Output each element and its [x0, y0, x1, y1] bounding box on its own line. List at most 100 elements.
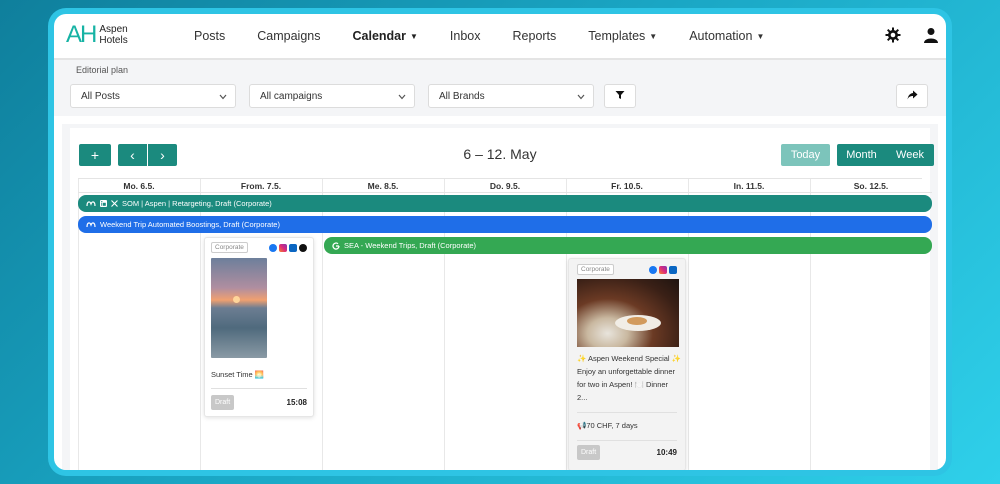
caret-down-icon: ▼ — [756, 32, 765, 42]
card-divider — [211, 388, 307, 389]
select-value: All campaigns — [260, 91, 323, 102]
nav-item-label: Templates — [588, 29, 646, 43]
day-header: So. 12.5. — [810, 179, 932, 193]
filter-button[interactable] — [604, 84, 636, 108]
instagram-icon — [659, 266, 667, 274]
x-icon — [111, 200, 118, 207]
funnel-icon — [615, 87, 625, 105]
nav-icons — [864, 26, 940, 44]
month-view-button[interactable]: Month — [837, 144, 886, 166]
month-label: Month — [846, 149, 877, 161]
nav-item-reports[interactable]: Reports — [513, 29, 557, 43]
week-grid: Mo. 6.5. From. 7.5. Me. 8.5. Do. 9.5. Fr… — [78, 178, 932, 470]
brand-tag: Corporate — [211, 242, 248, 253]
share-button[interactable] — [896, 84, 928, 108]
gear-icon[interactable] — [884, 26, 902, 44]
nav-item-label: Posts — [194, 29, 226, 43]
nav-item-templates[interactable]: Templates ▼ — [588, 29, 657, 43]
google-icon — [332, 241, 340, 250]
instagram-icon — [279, 244, 287, 252]
logo-line-2: Hotels — [99, 35, 128, 46]
calendar-panel: + ‹ › 6 – 12. May Today Month Week Mo. 6… — [70, 128, 934, 470]
linkedin-icon — [669, 266, 677, 274]
post-caption: Sunset Time 🌅 — [211, 370, 265, 379]
card-divider — [577, 440, 677, 441]
filter-bar: Editorial plan All Posts All campaigns A… — [54, 60, 946, 116]
select-value: All Posts — [81, 91, 120, 102]
food-shape — [627, 317, 647, 325]
post-card[interactable]: Corporate Sunset Time 🌅 Draft 15:08 — [204, 237, 314, 417]
nav-item-automation[interactable]: Automation ▼ — [689, 29, 764, 43]
day-header: From. 7.5. — [200, 179, 322, 193]
post-card[interactable]: Corporate ✨ Aspen Weekend Special ✨ Enjo… — [568, 258, 686, 470]
social-icons — [647, 266, 677, 274]
day-header: Mo. 6.5. — [78, 179, 200, 193]
logo-line-1: Aspen — [99, 24, 128, 35]
social-icons — [267, 244, 307, 252]
device-frame: AH Aspen Hotels Posts Campaigns Calendar… — [48, 8, 952, 476]
campaign-bar-som[interactable]: SOM | Aspen | Retargeting, Draft (Corpor… — [78, 195, 932, 212]
status-badge: Draft — [211, 395, 235, 410]
campaign-label: SOM | Aspen | Retargeting, Draft (Corpor… — [122, 199, 272, 208]
sun-shape — [233, 296, 240, 303]
share-arrow-icon — [907, 87, 918, 105]
nav-item-label: Automation — [689, 29, 753, 43]
nav-menu: Posts Campaigns Calendar ▼ Inbox Reports … — [194, 14, 796, 58]
brands-filter-select[interactable]: All Brands — [428, 84, 594, 108]
status-badge: Draft — [577, 445, 601, 460]
week-label: Week — [896, 149, 924, 161]
caret-down-icon: ▼ — [649, 32, 658, 42]
facebook-icon — [269, 244, 277, 252]
nav-item-label: Calendar — [352, 29, 407, 43]
nav-item-posts[interactable]: Posts — [194, 29, 225, 43]
brand-logo[interactable]: AH Aspen Hotels — [66, 23, 128, 47]
post-time: 10:49 — [656, 448, 677, 457]
campaigns-filter-select[interactable]: All campaigns — [249, 84, 415, 108]
post-image-dinner — [577, 279, 679, 347]
day-header: Do. 9.5. — [444, 179, 566, 193]
caret-down-icon: ▼ — [410, 32, 418, 42]
chevron-down-icon — [577, 92, 585, 103]
nav-item-calendar[interactable]: Calendar ▼ — [353, 29, 418, 43]
post-time: 15:08 — [286, 398, 307, 407]
filter-title: Editorial plan — [76, 65, 129, 75]
card-divider — [577, 412, 677, 413]
post-text-line: Enjoy an unforgettable dinner — [577, 367, 675, 376]
post-image-sunset — [211, 258, 267, 358]
today-label: Today — [790, 149, 821, 161]
logo-text: Aspen Hotels — [99, 24, 127, 46]
select-value: All Brands — [439, 91, 485, 102]
post-budget: 📢70 CHF, 7 days — [577, 421, 638, 430]
nav-item-label: Reports — [512, 29, 557, 43]
user-icon[interactable] — [922, 26, 940, 44]
day-header: Fr. 10.5. — [566, 179, 688, 193]
posts-filter-select[interactable]: All Posts — [70, 84, 236, 108]
chevron-down-icon — [398, 92, 406, 103]
chevron-down-icon — [219, 92, 227, 103]
meta-icon — [86, 200, 96, 207]
tiktok-icon — [299, 244, 307, 252]
app-window: AH Aspen Hotels Posts Campaigns Calendar… — [54, 14, 946, 470]
meta-icon — [86, 221, 96, 228]
nav-item-label: Inbox — [449, 29, 481, 43]
campaign-label: Weekend Trip Automated Boostings, Draft … — [100, 220, 280, 229]
nav-item-campaigns[interactable]: Campaigns — [257, 29, 320, 43]
nav-item-label: Campaigns — [257, 29, 321, 43]
day-header: Me. 8.5. — [322, 179, 444, 193]
post-text-line: 2... — [577, 393, 588, 402]
campaign-bar-weekend-trip[interactable]: Weekend Trip Automated Boostings, Draft … — [78, 216, 932, 233]
linkedin-icon — [289, 244, 297, 252]
day-header: In. 11.5. — [688, 179, 810, 193]
brand-tag: Corporate — [577, 264, 614, 275]
post-text-line: for two in Aspen! 🍽️ Dinner — [577, 380, 669, 389]
facebook-icon — [649, 266, 657, 274]
today-button[interactable]: Today — [781, 144, 830, 166]
week-view-button[interactable]: Week — [886, 144, 934, 166]
linkedin-icon — [100, 200, 107, 207]
calendar-area: + ‹ › 6 – 12. May Today Month Week Mo. 6… — [62, 124, 938, 470]
top-navigation: AH Aspen Hotels Posts Campaigns Calendar… — [54, 14, 946, 60]
logo-mark: AH — [66, 21, 97, 48]
campaign-label: SEA - Weekend Trips, Draft (Corporate) — [344, 241, 476, 250]
nav-item-inbox[interactable]: Inbox — [450, 29, 481, 43]
campaign-bar-sea[interactable]: SEA - Weekend Trips, Draft (Corporate) — [324, 237, 932, 254]
